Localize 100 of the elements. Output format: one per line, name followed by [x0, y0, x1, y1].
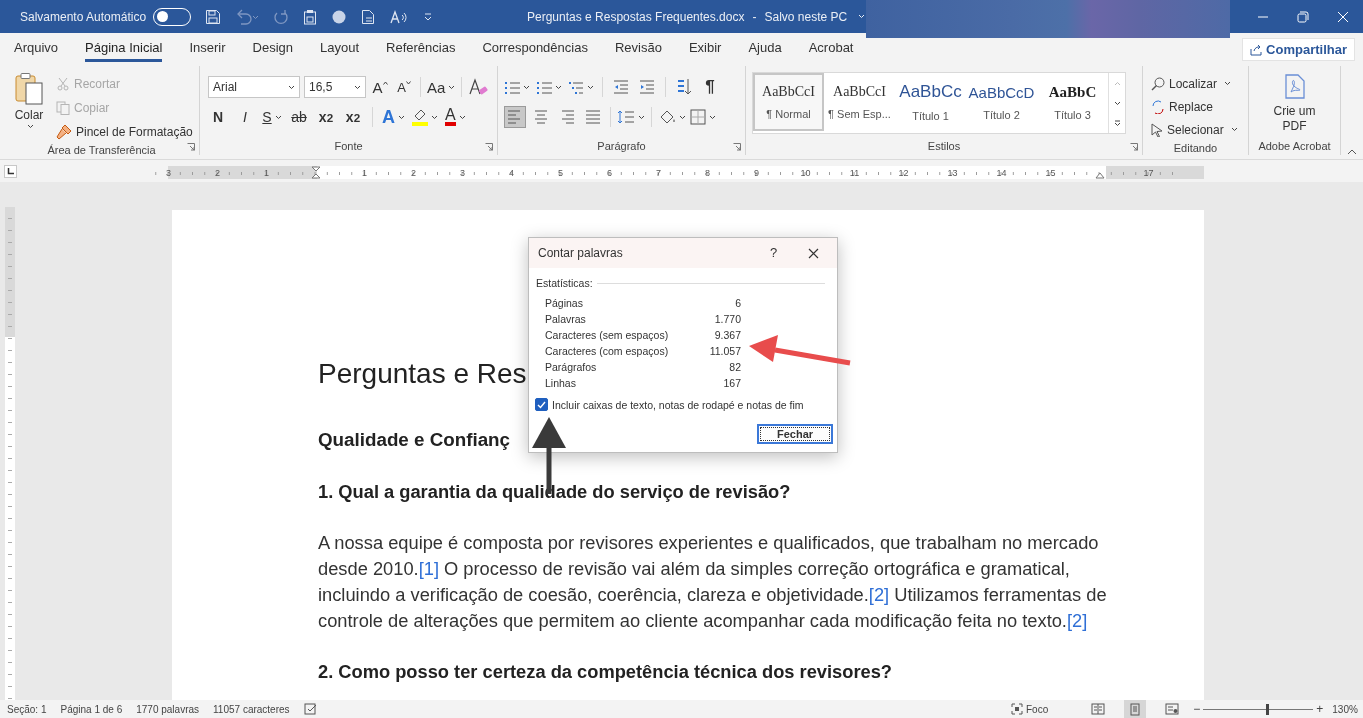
- title-separator: -: [752, 9, 757, 24]
- caret-icon: [431, 114, 438, 120]
- document-title: Perguntas e Respostas Frequentes.docx: [527, 9, 745, 24]
- caret-icon: [638, 114, 645, 120]
- caret-icon: [398, 114, 405, 120]
- statistic-label: Caracteres (sem espaços): [545, 329, 670, 341]
- ruler-number: 9: [753, 167, 760, 178]
- style-gallery-item[interactable]: AaBbCcI ¶ Normal: [753, 73, 824, 131]
- section-heading: Qualidade e Confianç: [318, 428, 511, 452]
- dialog-launcher-icon[interactable]: [485, 143, 493, 151]
- document-icon[interactable]: [361, 8, 376, 25]
- caret-icon: [523, 84, 530, 90]
- ribbon-tab[interactable]: Ajuda: [748, 36, 782, 62]
- undo-icon[interactable]: [235, 8, 260, 25]
- shrink-font-button[interactable]: A: [394, 76, 414, 98]
- ruler-number: 11: [848, 167, 861, 178]
- search-icon: [1151, 76, 1165, 91]
- focus-button[interactable]: Foco: [1008, 703, 1052, 715]
- style-gallery-item[interactable]: AaBbC Título 3: [1037, 73, 1108, 131]
- ribbon-tab[interactable]: Página Inicial: [85, 36, 163, 62]
- dialog-launcher-icon[interactable]: [733, 143, 741, 151]
- tab-selector[interactable]: [4, 165, 17, 178]
- ribbon-tab[interactable]: Correspondências: [482, 36, 588, 62]
- zoom-level[interactable]: 130%: [1332, 703, 1358, 715]
- style-gallery-item[interactable]: AaBbCc Título 1: [895, 73, 966, 131]
- tab-stop-icon: [7, 168, 14, 175]
- more-icon: [1113, 119, 1121, 127]
- close-button[interactable]: [806, 246, 821, 261]
- highlighter-icon: [412, 108, 428, 126]
- circle-icon[interactable]: [331, 8, 348, 25]
- up-caret-icon: [382, 80, 388, 85]
- ribbon-tab[interactable]: Inserir: [189, 36, 226, 62]
- read-aloud-icon[interactable]: [389, 8, 410, 25]
- paste-button[interactable]: Colar: [12, 72, 46, 144]
- ruler-number: 2: [410, 167, 417, 178]
- clipboard-icon[interactable]: [303, 8, 318, 25]
- footnote-link[interactable]: [2]: [1066, 610, 1088, 631]
- redo-icon[interactable]: [273, 8, 290, 25]
- collapse-ribbon-icon[interactable]: [1347, 149, 1357, 155]
- caret-icon: [679, 114, 686, 120]
- print-layout-button[interactable]: [1124, 700, 1147, 718]
- zoom-slider-thumb[interactable]: [1265, 703, 1269, 715]
- show-formatting-marks-button[interactable]: ¶: [700, 76, 720, 98]
- ribbon-tab[interactable]: Referências: [386, 36, 456, 62]
- proofing-icon[interactable]: [303, 702, 318, 716]
- italic-button[interactable]: I: [235, 106, 255, 128]
- alignment-icon: [585, 109, 601, 125]
- group-label: Estilos: [926, 139, 962, 154]
- ribbon-tab[interactable]: Design: [252, 36, 293, 62]
- zoom-in-button[interactable]: +: [1313, 702, 1327, 716]
- customize-caret-icon[interactable]: [423, 12, 434, 21]
- format-painter-button[interactable]: Pincel de Formatação: [56, 120, 193, 144]
- indent-marker-icon[interactable]: [310, 166, 321, 179]
- dialog-launcher-icon[interactable]: [187, 143, 195, 151]
- up-caret-icon: [1113, 80, 1121, 86]
- cursor-icon: [1151, 122, 1163, 137]
- statistic-label: Parágrafos: [545, 361, 598, 373]
- caret-icon: [274, 114, 282, 120]
- ruler-number: 17: [1142, 167, 1155, 178]
- caret-icon: [448, 84, 456, 90]
- grow-font-button[interactable]: A: [370, 76, 390, 98]
- change-case-button[interactable]: Aa: [427, 76, 456, 98]
- share-button[interactable]: Compartilhar: [1242, 38, 1355, 61]
- footnote-link[interactable]: [2]: [868, 584, 890, 605]
- clear-formatting-icon[interactable]: [468, 78, 489, 96]
- replace-button[interactable]: Replace: [1151, 95, 1248, 118]
- ribbon-tab[interactable]: Revisão: [614, 36, 662, 62]
- help-button[interactable]: ?: [764, 244, 784, 261]
- group-label: Fonte: [333, 139, 364, 154]
- dialog-launcher-icon[interactable]: [1130, 143, 1138, 151]
- view-icon: [1091, 702, 1106, 716]
- include-checkbox[interactable]: [535, 398, 548, 411]
- find-button[interactable]: Localizar: [1151, 72, 1248, 95]
- close-dialog-button[interactable]: Fechar: [757, 424, 833, 444]
- underline-button[interactable]: S: [262, 106, 282, 128]
- bold-button[interactable]: N: [208, 106, 228, 128]
- text-effects-button[interactable]: A: [382, 106, 405, 128]
- select-button[interactable]: Selecionar: [1151, 118, 1248, 141]
- font-color-button[interactable]: A: [445, 106, 466, 128]
- font-name-field[interactable]: Arial: [208, 76, 300, 98]
- right-indent-marker-icon[interactable]: [1094, 171, 1105, 179]
- ribbon-tab[interactable]: Arquivo: [14, 36, 59, 62]
- style-gallery-item[interactable]: AaBbCcI ¶ Sem Esp...: [824, 73, 895, 131]
- copy-icon: [56, 101, 70, 115]
- zoom-out-button[interactable]: −: [1190, 702, 1204, 716]
- ruler-number: 15: [1044, 167, 1057, 178]
- style-gallery-item[interactable]: AaBbCcD Título 2: [966, 73, 1037, 131]
- font-size-field[interactable]: 16,5: [304, 76, 366, 98]
- ribbon-tab[interactable]: Layout: [320, 36, 360, 62]
- numbered-list-icon: [536, 79, 552, 95]
- bullet-list-icon: [504, 79, 520, 95]
- save-status[interactable]: Salvo neste PC: [764, 9, 848, 24]
- ruler-number: 4: [508, 167, 515, 178]
- ribbon-tab[interactable]: Acrobat: [808, 36, 854, 62]
- save-icon[interactable]: [205, 8, 222, 25]
- footnote-link[interactable]: [1]: [418, 558, 439, 579]
- create-pdf-button[interactable]: Crie um PDF: [1272, 74, 1317, 137]
- caret-icon: [1230, 127, 1238, 132]
- ribbon-tab[interactable]: Exibir: [688, 36, 722, 62]
- strikethrough-button[interactable]: ab: [289, 106, 309, 128]
